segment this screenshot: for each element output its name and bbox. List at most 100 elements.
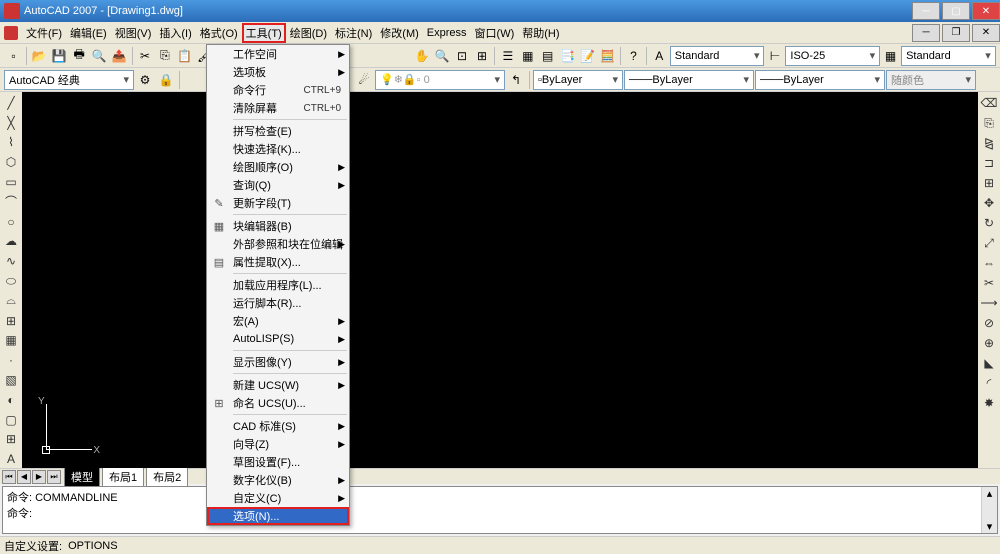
make-block-icon[interactable]: ▦: [2, 332, 20, 350]
cut-icon[interactable]: ✂: [136, 46, 155, 66]
menu-file[interactable]: 文件(F): [22, 23, 66, 43]
dropdown-item[interactable]: 绘图顺序(O)▶: [207, 158, 349, 176]
text-style-combo[interactable]: Standard▾: [670, 46, 765, 66]
new-icon[interactable]: ▫: [4, 46, 23, 66]
polygon-icon[interactable]: ⬡: [2, 153, 20, 171]
tab-last-button[interactable]: ⏭: [47, 470, 61, 484]
arc-icon[interactable]: ⌒: [2, 193, 20, 211]
help-icon[interactable]: ?: [624, 46, 643, 66]
dim-style-combo[interactable]: ISO-25▾: [785, 46, 880, 66]
lineweight-combo[interactable]: ─── ByLayer▾: [755, 70, 885, 90]
layer-combo[interactable]: 💡❄🔒▫ 0▾: [375, 70, 505, 90]
point-icon[interactable]: ·: [2, 351, 20, 369]
ws-lock-icon[interactable]: 🔒: [156, 70, 176, 90]
dropdown-item[interactable]: 自定义(C)▶: [207, 489, 349, 507]
dropdown-item[interactable]: 宏(A)▶: [207, 312, 349, 330]
dropdown-item[interactable]: ▦块编辑器(B): [207, 217, 349, 235]
menu-edit[interactable]: 编辑(E): [66, 23, 111, 43]
command-line[interactable]: 命令: COMMANDLINE 命令: ▴▾: [2, 486, 998, 534]
menu-insert[interactable]: 插入(I): [155, 23, 195, 43]
layer-prev-icon[interactable]: ↰: [506, 70, 526, 90]
minimize-button[interactable]: ─: [912, 2, 940, 20]
table-icon[interactable]: ⊞: [2, 431, 20, 449]
xline-icon[interactable]: ╳: [2, 114, 20, 132]
rectangle-icon[interactable]: ▭: [2, 173, 20, 191]
erase-icon[interactable]: ⌫: [980, 94, 998, 112]
menu-view[interactable]: 视图(V): [111, 23, 156, 43]
zoom-prev-icon[interactable]: ⊞: [473, 46, 492, 66]
dropdown-item[interactable]: 拼写检查(E): [207, 122, 349, 140]
pline-icon[interactable]: ⌇: [2, 134, 20, 152]
dropdown-item[interactable]: 快速选择(K)...: [207, 140, 349, 158]
array-icon[interactable]: ⊞: [980, 174, 998, 192]
dropdown-item[interactable]: ✎更新字段(T): [207, 194, 349, 212]
line-icon[interactable]: ╱: [2, 94, 20, 112]
menu-format[interactable]: 格式(O): [196, 23, 242, 43]
print-icon[interactable]: 🖶: [70, 46, 89, 66]
maximize-button[interactable]: ▢: [942, 2, 970, 20]
linetype-combo[interactable]: ─── ByLayer▾: [624, 70, 754, 90]
mtext-icon[interactable]: A: [2, 450, 20, 468]
break-icon[interactable]: ⊘: [980, 314, 998, 332]
markup-icon[interactable]: 📝: [578, 46, 597, 66]
insert-block-icon[interactable]: ⊞: [2, 312, 20, 330]
dropdown-item[interactable]: 显示图像(Y)▶: [207, 353, 349, 371]
dropdown-item[interactable]: 选项(N)...: [207, 507, 349, 525]
explode-icon[interactable]: ✸: [980, 394, 998, 412]
join-icon[interactable]: ⊕: [980, 334, 998, 352]
dropdown-item[interactable]: 数字化仪(B)▶: [207, 471, 349, 489]
region-icon[interactable]: ▢: [2, 411, 20, 429]
dropdown-item[interactable]: 新建 UCS(W)▶: [207, 376, 349, 394]
save-icon[interactable]: 💾: [50, 46, 69, 66]
workspace-combo[interactable]: AutoCAD 经典▾: [4, 70, 134, 90]
copy-obj-icon[interactable]: ⎘: [980, 114, 998, 132]
tab-prev-button[interactable]: ◀: [17, 470, 31, 484]
chamfer-icon[interactable]: ◣: [980, 354, 998, 372]
mirror-icon[interactable]: ⧎: [980, 134, 998, 152]
dropdown-item[interactable]: CAD 标准(S)▶: [207, 417, 349, 435]
doc-close-button[interactable]: ✕: [972, 24, 1000, 42]
extend-icon[interactable]: ⟶: [980, 294, 998, 312]
tab-layout2[interactable]: 布局2: [146, 467, 188, 487]
scale-icon[interactable]: ⤢: [980, 234, 998, 252]
preview-icon[interactable]: 🔍: [90, 46, 109, 66]
calc-icon[interactable]: 🧮: [598, 46, 617, 66]
dropdown-item[interactable]: 查询(Q)▶: [207, 176, 349, 194]
menu-draw[interactable]: 绘图(D): [286, 23, 331, 43]
text-style-icon[interactable]: A: [650, 46, 669, 66]
ellipse-icon[interactable]: ⬭: [2, 272, 20, 290]
move-icon[interactable]: ✥: [980, 194, 998, 212]
zoom-rt-icon[interactable]: 🔍: [433, 46, 452, 66]
dropdown-item[interactable]: ⊞命名 UCS(U)...: [207, 394, 349, 412]
spline-icon[interactable]: ∿: [2, 252, 20, 270]
dropdown-item[interactable]: 清除屏幕CTRL+0: [207, 99, 349, 117]
dropdown-item[interactable]: 命令行CTRL+9: [207, 81, 349, 99]
color-combo[interactable]: ▫ ByLayer▾: [533, 70, 623, 90]
menu-window[interactable]: 窗口(W): [471, 23, 519, 43]
gradient-icon[interactable]: ◐: [2, 391, 20, 409]
dropdown-item[interactable]: 选项板▶: [207, 63, 349, 81]
dropdown-item[interactable]: 外部参照和块在位编辑▶: [207, 235, 349, 253]
tab-next-button[interactable]: ▶: [32, 470, 46, 484]
sheet-set-icon[interactable]: 📑: [558, 46, 577, 66]
pan-icon[interactable]: ✋: [413, 46, 432, 66]
revcloud-icon[interactable]: ☁: [2, 233, 20, 251]
dropdown-item[interactable]: 加载应用程序(L)...: [207, 276, 349, 294]
doc-minimize-button[interactable]: ─: [912, 24, 940, 42]
table-style-combo[interactable]: Standard▾: [901, 46, 996, 66]
circle-icon[interactable]: ○: [2, 213, 20, 231]
properties-icon[interactable]: ☰: [498, 46, 517, 66]
dim-style-icon[interactable]: ⊢: [765, 46, 784, 66]
copy-icon[interactable]: ⎘: [155, 46, 174, 66]
stretch-icon[interactable]: ⇔: [980, 254, 998, 272]
open-icon[interactable]: 📂: [30, 46, 49, 66]
dropdown-item[interactable]: ▤属性提取(X)...: [207, 253, 349, 271]
ws-settings-icon[interactable]: ⚙: [135, 70, 155, 90]
cmd-scrollbar[interactable]: ▴▾: [981, 487, 997, 533]
ellipse-arc-icon[interactable]: ⌓: [2, 292, 20, 310]
menu-tools[interactable]: 工具(T): [242, 23, 286, 43]
rotate-icon[interactable]: ↻: [980, 214, 998, 232]
publish-icon[interactable]: 📤: [110, 46, 129, 66]
dropdown-item[interactable]: 工作空间▶: [207, 45, 349, 63]
zoom-win-icon[interactable]: ⊡: [453, 46, 472, 66]
